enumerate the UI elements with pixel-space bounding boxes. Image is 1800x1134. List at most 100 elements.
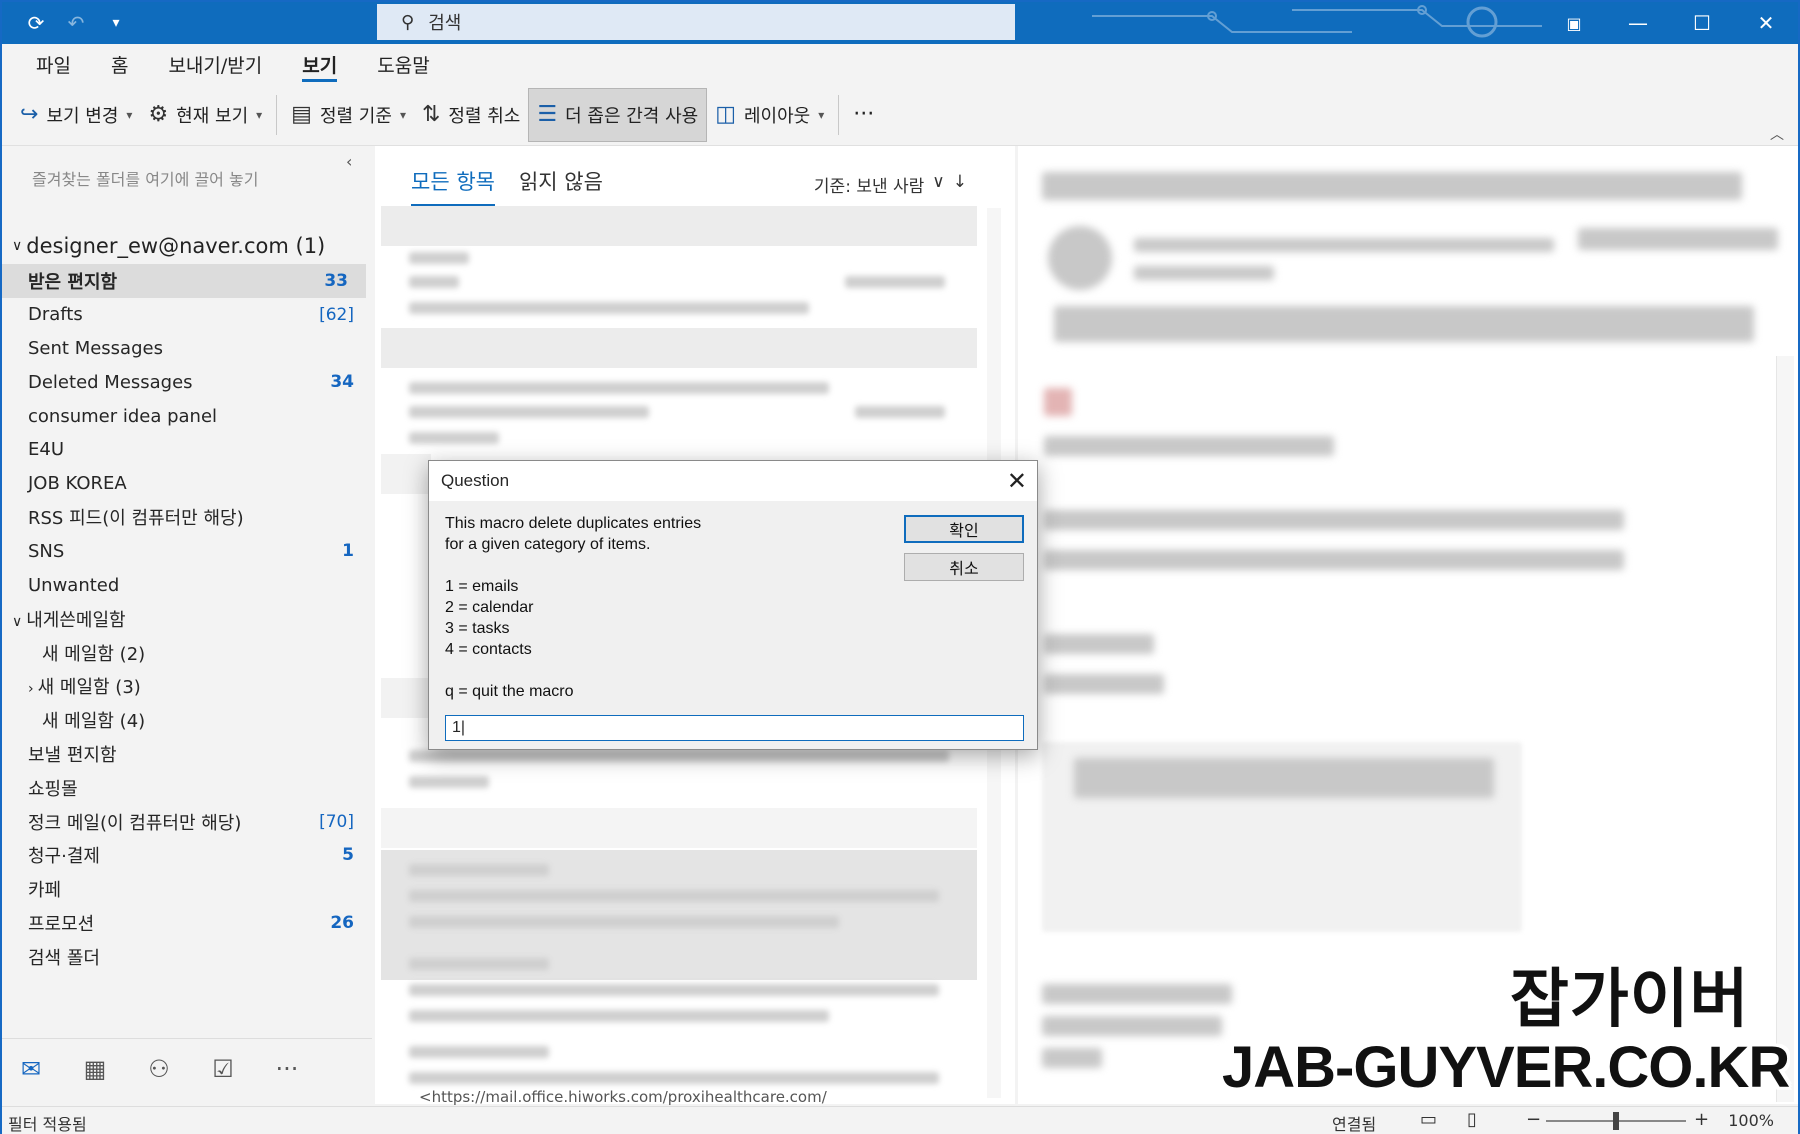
folder-item[interactable]: E4U xyxy=(2,433,372,467)
list-group-header[interactable] xyxy=(381,678,431,718)
folder-item[interactable]: 새 메일함 (4) xyxy=(2,703,372,737)
sort-cancel-button[interactable]: ⇅ 정렬 취소 xyxy=(414,88,528,142)
sort-by-icon: ▤ xyxy=(291,102,312,127)
folder-item[interactable]: 정크 메일(이 컴퓨터만 해당) [70] xyxy=(2,805,372,839)
tab-view[interactable]: 보기 xyxy=(282,44,357,84)
dialog-prompt: This macro delete duplicates entries for… xyxy=(445,515,702,700)
tab-file[interactable]: 파일 xyxy=(16,44,91,84)
customize-toolbar-icon[interactable]: ▾ xyxy=(96,2,136,44)
list-group-header[interactable] xyxy=(381,454,431,494)
sort-direction-icon[interactable]: ↓ xyxy=(953,172,967,197)
folder-item[interactable]: › 새 메일함 (3) xyxy=(2,670,372,704)
tab-send-receive[interactable]: 보내기/받기 xyxy=(148,44,282,84)
search-box[interactable]: ⚲ 검색 xyxy=(377,4,1015,40)
folder-item[interactable]: SNS 1 xyxy=(2,534,372,568)
dialog-titlebar: Question ✕ xyxy=(429,461,1037,501)
tab-unread[interactable]: 읽지 않음 xyxy=(519,166,603,207)
calendar-icon[interactable]: ▦ xyxy=(80,1055,110,1083)
folder-item[interactable]: 새 메일함 (2) xyxy=(2,636,372,670)
close-icon[interactable]: ✕ xyxy=(1007,467,1027,496)
zoom-in-button[interactable]: + xyxy=(1694,1109,1709,1130)
ribbon: ↪ 보기 변경 ▾ ⚙ 현재 보기 ▾ ▤ 정렬 기준 ▾ ⇅ 정렬 취소 ☰ … xyxy=(2,84,1798,146)
folder-list: 받은 편지함 33 Drafts [62] Sent Messages Delete… xyxy=(2,264,372,974)
collapse-ribbon-icon[interactable]: ︿ xyxy=(1770,124,1784,144)
sync-icon[interactable]: ⟳ xyxy=(16,2,56,44)
tab-all-items[interactable]: 모든 항목 xyxy=(411,166,495,207)
maximize-button[interactable]: ☐ xyxy=(1670,2,1734,44)
body-line xyxy=(1042,1016,1222,1036)
list-item xyxy=(409,382,829,394)
tighter-spacing-button[interactable]: ☰ 더 좁은 간격 사용 xyxy=(528,87,708,142)
sort-selector[interactable]: 기준: 보낸 사람 ∨ ↓ xyxy=(814,172,967,197)
chevron-down-icon: ▾ xyxy=(256,107,263,122)
more-icon[interactable]: ··· xyxy=(272,1055,302,1083)
list-group-header[interactable] xyxy=(381,328,977,368)
minimize-button[interactable]: — xyxy=(1606,2,1670,44)
layout-icon: ◫ xyxy=(715,102,736,127)
list-item xyxy=(409,984,939,996)
account-header[interactable]: ∨ designer_ew@naver.com (1) xyxy=(12,234,325,258)
body-line xyxy=(1044,436,1334,456)
tasks-icon[interactable]: ☑ xyxy=(208,1055,238,1083)
layout-button[interactable]: ◫ 레이아웃 ▾ xyxy=(707,88,832,142)
coming-soon-icon[interactable]: ▣ xyxy=(1542,2,1606,44)
title-bar: ⟳ ↶ ▾ ⚲ 검색 ▣ — ☐ ✕ xyxy=(2,2,1798,44)
folder-item[interactable]: Unwanted xyxy=(2,568,372,602)
folder-item[interactable]: Deleted Messages 34 xyxy=(2,365,372,399)
list-group-header[interactable] xyxy=(381,808,977,848)
folder-item[interactable]: JOB KOREA xyxy=(2,467,372,501)
folder-item[interactable]: RSS 피드(이 컴퓨터만 해당) xyxy=(2,501,372,535)
zoom-out-button[interactable]: − xyxy=(1526,1109,1541,1130)
ok-button[interactable]: 확인 xyxy=(904,515,1024,543)
ribbon-separator xyxy=(276,94,278,135)
more-commands-button[interactable]: ··· xyxy=(845,88,882,142)
tab-help[interactable]: 도움말 xyxy=(357,44,449,84)
body-line xyxy=(1044,674,1164,694)
folder-item[interactable]: 검색 폴더 xyxy=(2,940,372,974)
folder-item[interactable]: 보낼 편지함 xyxy=(2,737,372,771)
list-item xyxy=(409,302,809,314)
body-line xyxy=(1044,388,1072,416)
folder-group[interactable]: ∨ 내게쓴메일함 xyxy=(2,602,372,636)
chevron-down-icon: ∨ xyxy=(932,172,945,192)
macro-question-dialog: Question ✕ This macro delete duplicates … xyxy=(428,460,1038,750)
zoom-slider-thumb[interactable] xyxy=(1613,1112,1619,1130)
body-line xyxy=(1044,634,1154,654)
list-item xyxy=(409,276,459,288)
tab-home[interactable]: 홈 xyxy=(91,44,148,84)
change-view-button[interactable]: ↪ 보기 변경 ▾ xyxy=(12,88,140,142)
sort-by-button[interactable]: ▤ 정렬 기준 ▾ xyxy=(283,88,414,142)
undo-icon[interactable]: ↶ xyxy=(56,2,96,44)
folder-item[interactable]: 청구·결제 5 xyxy=(2,839,372,873)
list-item xyxy=(409,958,549,970)
people-icon[interactable]: ⚇ xyxy=(144,1055,174,1083)
folder-item[interactable]: 쇼핑몰 xyxy=(2,771,372,805)
folder-item[interactable]: Drafts [62] xyxy=(2,298,372,332)
actions-blur xyxy=(1578,228,1778,250)
folder-item[interactable]: consumer idea panel xyxy=(2,399,372,433)
mail-icon[interactable]: ✉ xyxy=(16,1055,46,1083)
list-group-header[interactable] xyxy=(381,206,977,246)
collapse-pane-icon[interactable]: ‹ xyxy=(346,152,352,171)
folder-item[interactable]: 받은 편지함 33 xyxy=(2,264,366,298)
module-navbar: ✉ ▦ ⚇ ☑ ··· xyxy=(2,1038,372,1098)
window-controls: ▣ — ☐ ✕ xyxy=(1542,2,1798,44)
chevron-down-icon: ∨ xyxy=(12,238,23,254)
status-bar: 필터 적용됨 연결됨 ▭ ▯ − + 100% xyxy=(2,1106,1798,1134)
reading-scrollbar[interactable] xyxy=(1776,356,1794,1102)
cancel-button[interactable]: 취소 xyxy=(904,553,1024,581)
list-item xyxy=(409,1046,549,1058)
folder-item[interactable]: Sent Messages xyxy=(2,332,372,366)
list-item xyxy=(855,406,945,418)
list-item xyxy=(409,750,949,762)
chevron-right-icon[interactable]: › xyxy=(28,681,34,697)
list-item xyxy=(409,252,469,264)
avatar xyxy=(1048,226,1112,290)
folder-item[interactable]: 카페 xyxy=(2,872,372,906)
normal-view-icon[interactable]: ▭ xyxy=(1420,1109,1437,1130)
close-button[interactable]: ✕ xyxy=(1734,2,1798,44)
folder-item[interactable]: 프로모션 26 xyxy=(2,906,372,940)
answer-input[interactable]: 1| xyxy=(445,715,1024,741)
reading-view-icon[interactable]: ▯ xyxy=(1467,1109,1477,1130)
current-view-button[interactable]: ⚙ 현재 보기 ▾ xyxy=(140,88,270,142)
